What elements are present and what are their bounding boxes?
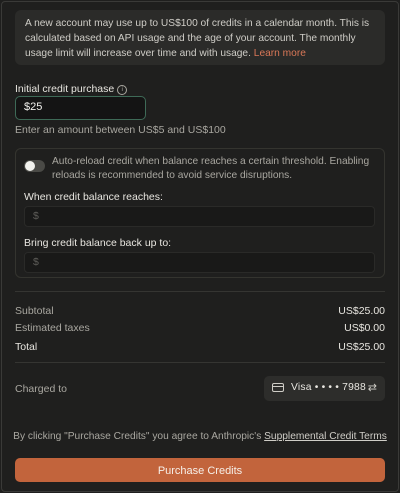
- payment-method-selector[interactable]: Visa • • • • 7988 ⇄: [264, 376, 385, 401]
- target-balance-input[interactable]: $: [24, 252, 375, 273]
- taxes-value: US$0.00: [344, 322, 385, 334]
- subtotal-label: Subtotal: [15, 305, 54, 317]
- toggle-knob: [25, 161, 35, 171]
- threshold-input[interactable]: $: [24, 206, 375, 227]
- total-label: Total: [15, 341, 38, 353]
- card-details: Visa • • • • 7988: [291, 382, 366, 393]
- credit-amount-hint: Enter an amount between US$5 and US$100: [15, 124, 226, 136]
- auto-reload-toggle[interactable]: [24, 160, 45, 172]
- usage-limit-text: A new account may use up to US$100 of cr…: [25, 18, 370, 60]
- subtotal-value: US$25.00: [338, 305, 385, 317]
- divider: [15, 362, 385, 363]
- info-icon[interactable]: i: [117, 85, 128, 95]
- usage-limit-notice: A new account may use up to US$100 of cr…: [15, 10, 385, 65]
- total-value: US$25.00: [338, 341, 385, 353]
- terms-text: By clicking "Purchase Credits" you agree…: [13, 431, 265, 442]
- credit-purchase-label-text: Initial credit purchase: [15, 83, 115, 95]
- credit-terms-link[interactable]: Supplemental Credit Terms: [264, 431, 387, 442]
- credit-purchase-label: Initial credit purchase i: [15, 83, 128, 95]
- charged-to-label: Charged to: [15, 383, 67, 395]
- terms-notice: By clicking "Purchase Credits" you agree…: [0, 431, 400, 442]
- purchase-credits-button[interactable]: Purchase Credits: [15, 458, 385, 482]
- swap-icon[interactable]: ⇄: [368, 381, 377, 394]
- learn-more-link[interactable]: Learn more: [254, 48, 306, 59]
- credit-amount-input[interactable]: $25: [15, 96, 146, 120]
- target-balance-label: Bring credit balance back up to:: [24, 237, 172, 249]
- taxes-label: Estimated taxes: [15, 322, 90, 334]
- credit-card-icon: [272, 383, 284, 392]
- threshold-label: When credit balance reaches:: [24, 191, 163, 203]
- auto-reload-description: Auto-reload credit when balance reaches …: [52, 156, 370, 181]
- divider: [15, 291, 385, 292]
